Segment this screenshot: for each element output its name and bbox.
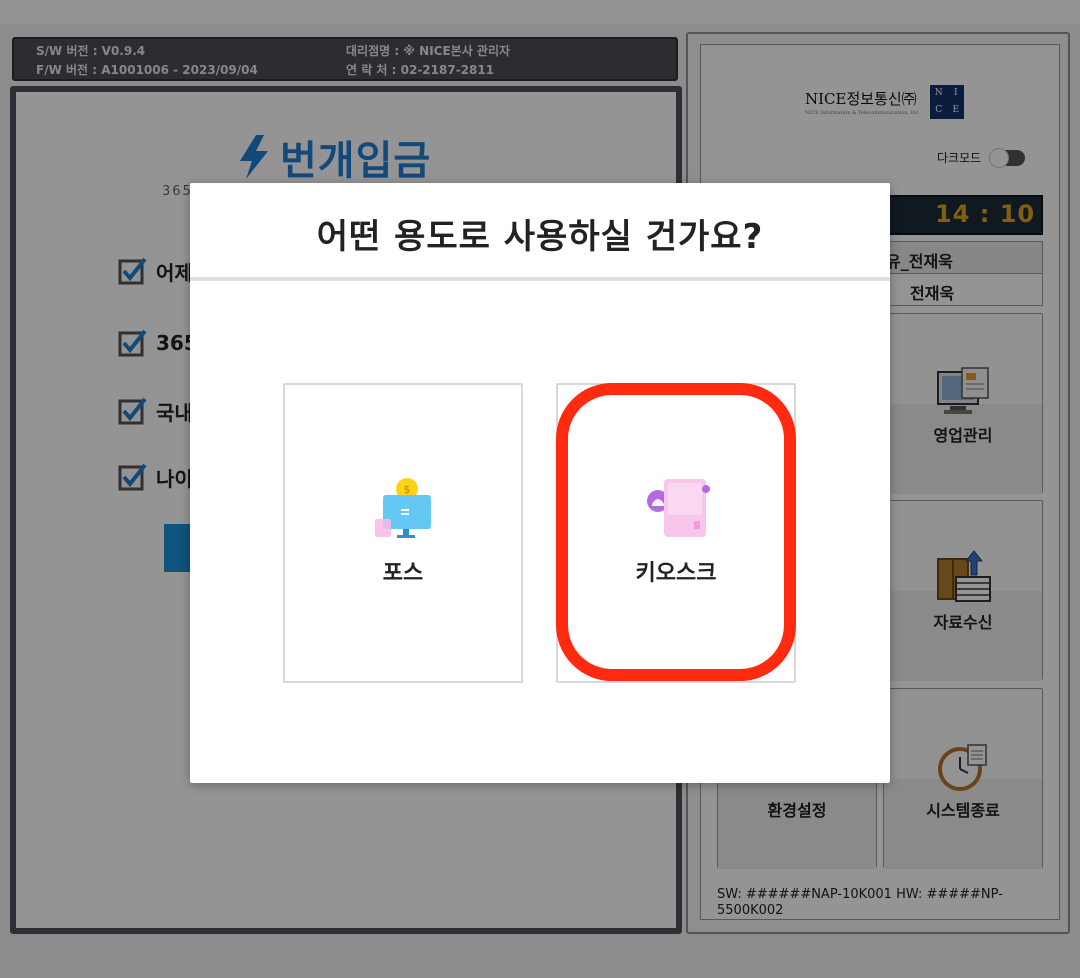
dialog-divider <box>190 277 890 281</box>
dialog-title: 어떤 용도로 사용하실 건가요? <box>316 217 764 257</box>
usage-select-dialog: 어떤 용도로 사용하실 건가요? $ 포스 키오스크 <box>190 183 890 783</box>
kiosk-option-label: 키오스크 <box>635 561 717 586</box>
pos-option-label: 포스 <box>382 561 424 586</box>
pos-option-button[interactable]: $ 포스 <box>283 383 523 683</box>
kiosk-option-button[interactable]: 키오스크 <box>556 383 796 683</box>
pos-monitor-icon: $ <box>375 478 431 538</box>
kiosk-icon <box>647 479 710 537</box>
svg-text:$: $ <box>404 483 411 496</box>
